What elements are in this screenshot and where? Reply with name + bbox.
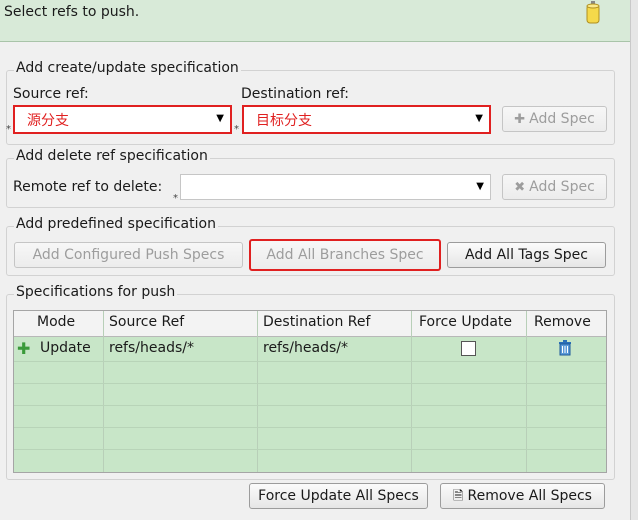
destination-ref-label: Destination ref: <box>241 86 349 102</box>
col-header-remove[interactable]: Remove <box>534 314 591 330</box>
header-title: Select refs to push. <box>4 4 140 20</box>
remove-all-icon: 🗎 <box>453 489 464 504</box>
remote-ref-label: Remote ref to delete: <box>13 179 163 195</box>
col-header-mode[interactable]: Mode <box>37 314 75 330</box>
destination-ref-value: 目标分支 <box>256 113 312 129</box>
chevron-down-icon[interactable]: ▼ <box>216 113 224 124</box>
delete-ref-title: Add delete ref specification <box>14 148 210 164</box>
col-header-force-update[interactable]: Force Update <box>419 314 512 330</box>
required-marker: * <box>234 124 239 135</box>
col-header-source-ref[interactable]: Source Ref <box>109 314 184 330</box>
specs-table: Mode Source Ref Destination Ref Force Up… <box>13 310 607 473</box>
add-spec-label: Add Spec <box>529 179 595 195</box>
chevron-down-icon[interactable]: ▼ <box>476 181 484 192</box>
row-source-ref[interactable]: refs/heads/* <box>109 340 194 356</box>
chevron-down-icon[interactable]: ▼ <box>475 113 483 124</box>
required-marker: * <box>173 193 178 204</box>
row-mode: Update <box>40 340 91 356</box>
database-icon <box>586 1 600 24</box>
add-spec-button[interactable]: ✚ Add Spec <box>502 106 607 132</box>
add-all-tags-spec-button[interactable]: Add All Tags Spec <box>447 242 606 268</box>
add-spec-label: Add Spec <box>529 111 595 127</box>
source-ref-combo[interactable]: 源分支 ▼ <box>13 105 232 134</box>
predefined-title: Add predefined specification <box>14 216 218 232</box>
force-update-checkbox[interactable] <box>461 341 476 356</box>
plus-icon: ✚ <box>514 112 526 127</box>
required-marker: * <box>6 124 11 135</box>
plus-icon: ✚ <box>17 339 31 358</box>
force-update-all-specs-button[interactable]: Force Update All Specs <box>249 483 428 509</box>
trash-icon[interactable] <box>558 340 572 356</box>
remote-ref-combo[interactable]: ▼ <box>180 174 491 200</box>
add-all-branches-spec-button[interactable]: Add All Branches Spec <box>249 239 441 271</box>
add-configured-push-specs-button[interactable]: Add Configured Push Specs <box>14 242 243 268</box>
destination-ref-combo[interactable]: 目标分支 ▼ <box>242 105 491 134</box>
row-destination-ref[interactable]: refs/heads/* <box>263 340 348 356</box>
create-update-title: Add create/update specification <box>14 60 241 76</box>
source-ref-label: Source ref: <box>13 86 89 102</box>
add-delete-spec-button[interactable]: ✖ Add Spec <box>502 174 607 200</box>
delete-icon: ✖ <box>514 180 526 195</box>
remove-all-specs-button[interactable]: 🗎 Remove All Specs <box>440 483 605 509</box>
col-header-destination-ref[interactable]: Destination Ref <box>263 314 370 330</box>
source-ref-value: 源分支 <box>27 113 69 129</box>
window-edge <box>630 0 638 520</box>
remove-all-label: Remove All Specs <box>467 488 592 504</box>
specs-title: Specifications for push <box>14 284 178 300</box>
dialog-header: Select refs to push. <box>0 0 630 42</box>
